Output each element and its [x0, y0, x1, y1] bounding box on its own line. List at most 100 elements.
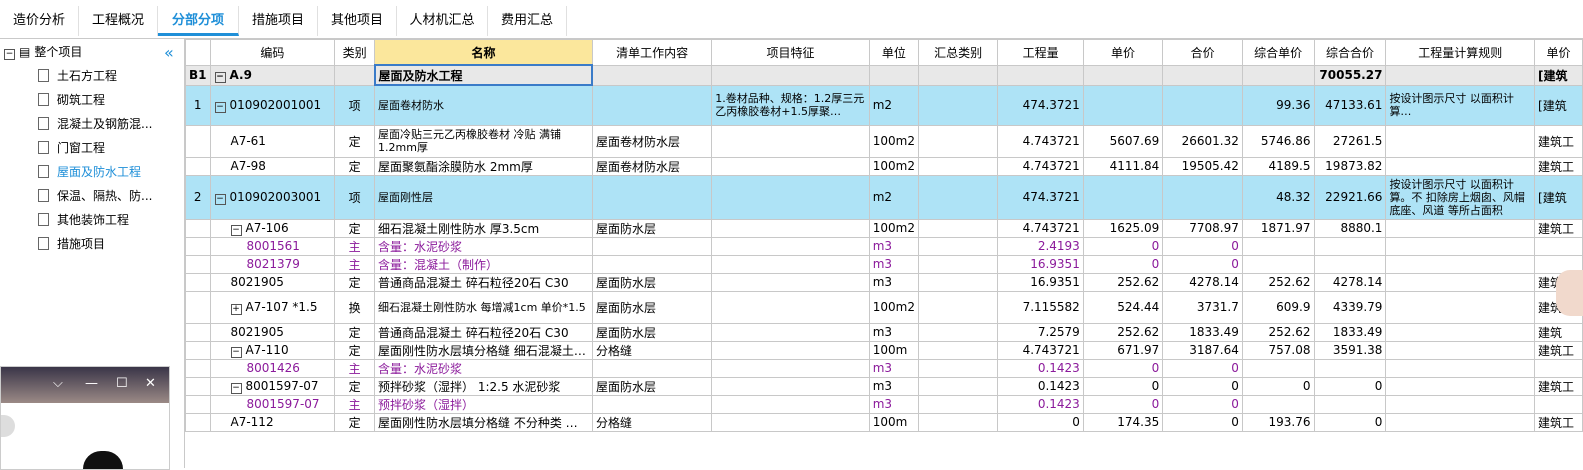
cell-sum[interactable] [917, 254, 999, 274]
cell-total[interactable]: 0 [1162, 358, 1243, 378]
collapse-icon[interactable]: − [230, 224, 242, 236]
cell-sum[interactable] [917, 290, 999, 324]
cell-type[interactable]: 项 [334, 174, 376, 220]
cell-feature[interactable] [711, 376, 870, 396]
cell-feature[interactable] [711, 340, 870, 360]
table-row[interactable]: A7-98 定屋面聚氨酯涂膜防水 2mm厚 屋面卷材防水层 100m2 4.743721… [185, 156, 1583, 176]
cell-qty[interactable] [997, 64, 1084, 86]
cell-idx[interactable] [185, 358, 211, 378]
table-row[interactable]: −8001597-07 定预拌砂浆（湿拌） 1:2.5 水泥砂浆 屋面防水层 m3 0.… [185, 376, 1583, 396]
cell-extra[interactable]: 建筑 [1534, 322, 1583, 342]
cell-type[interactable]: 定 [334, 156, 376, 176]
cell-code[interactable]: 8001561 [209, 236, 336, 256]
cell-rule[interactable] [1385, 412, 1536, 432]
table-row[interactable]: + A7-107 *1.5 换细石混凝土刚性防水 每增减1cm 单价*1.5 屋面防水… [185, 290, 1583, 324]
cell-ctotal[interactable] [1313, 394, 1387, 414]
cell-feature[interactable] [711, 236, 870, 256]
cell-qty[interactable]: 4.743721 [997, 218, 1084, 238]
cell-qty[interactable]: 474.3721 [997, 174, 1084, 220]
cell-rule[interactable] [1385, 340, 1536, 360]
cell-name[interactable]: 含量：水泥砂浆 [374, 236, 593, 256]
table-row[interactable]: 8001561 主含量：水泥砂浆 m3 2.4193 0 0 [185, 236, 1583, 256]
cell-work[interactable]: 屋面防水层 [591, 322, 713, 342]
tree-item[interactable]: 措施项目 [38, 235, 105, 253]
cell-name[interactable]: 屋面刚性防水层填分格缝 不分种类 … [374, 412, 593, 432]
cell-ctotal[interactable]: 70055.27 [1313, 64, 1387, 86]
cell-ctotal[interactable]: 4278.14 [1313, 272, 1387, 292]
cell-cprice[interactable]: 609.9 [1241, 290, 1315, 324]
cell-idx[interactable] [185, 218, 211, 238]
cell-extra[interactable]: 建筑工 [1534, 124, 1583, 158]
cell-cprice[interactable] [1241, 394, 1315, 414]
cell-idx[interactable] [185, 322, 211, 342]
cell-sum[interactable] [917, 174, 999, 220]
cell-ctotal[interactable] [1313, 254, 1387, 274]
cell-extra[interactable]: [建筑 [1534, 64, 1583, 86]
cell-work[interactable]: 屋面卷材防水层 [591, 124, 713, 158]
cell-extra[interactable]: 建筑工 [1534, 376, 1583, 396]
cell-feature[interactable] [711, 322, 870, 342]
cell-code[interactable]: A7-112 [209, 412, 336, 432]
col-header[interactable]: 汇总类别 [917, 39, 999, 66]
cell-total[interactable] [1162, 174, 1243, 220]
tab-measures[interactable]: 措施项目 [239, 6, 318, 36]
col-header[interactable]: 综合单价 [1241, 39, 1315, 66]
cell-qty[interactable]: 7.115582 [997, 290, 1084, 324]
cell-qty[interactable]: 0 [997, 412, 1084, 432]
cell-feature[interactable] [711, 412, 870, 432]
cell-work[interactable] [591, 358, 713, 378]
cell-rule[interactable] [1385, 124, 1536, 158]
cell-unit[interactable]: m2 [868, 84, 919, 126]
cell-code[interactable]: + A7-107 *1.5 [209, 290, 336, 324]
cell-feature[interactable]: 1.卷材品种、规格：1.2厚三元乙丙橡胶卷材+1.5厚聚… [711, 84, 870, 126]
tab-cost-analysis[interactable]: 造价分析 [0, 6, 79, 36]
cell-name[interactable]: 屋面卷材防水 [374, 84, 593, 126]
cell-type[interactable]: 定 [334, 218, 376, 238]
cell-price[interactable]: 0 [1082, 236, 1164, 256]
cell-name[interactable]: 屋面刚性层 [374, 174, 593, 220]
tab-project-overview[interactable]: 工程概况 [79, 6, 158, 36]
collapse-icon[interactable]: − [214, 71, 226, 83]
cell-sum[interactable] [917, 272, 999, 292]
cell-name[interactable]: 预拌砂浆（湿拌） [374, 394, 593, 414]
cell-name[interactable]: 普通商品混凝土 碎石粒径20石 C30 [374, 322, 593, 342]
cell-sum[interactable] [917, 340, 999, 360]
cell-extra[interactable] [1534, 236, 1583, 256]
cell-type[interactable]: 主 [334, 236, 376, 256]
cell-total[interactable]: 1833.49 [1162, 322, 1243, 342]
cell-cprice[interactable]: 5746.86 [1241, 124, 1315, 158]
cell-code[interactable]: − A.9 [209, 64, 336, 86]
col-header[interactable]: 合价 [1162, 39, 1243, 66]
cell-price[interactable]: 174.35 [1082, 412, 1164, 432]
cell-code[interactable]: −010902001001 [209, 84, 336, 126]
table-row[interactable]: B1− A.9 屋面及防水工程 70055.27 [建筑 [185, 64, 1583, 86]
cell-type[interactable]: 定 [334, 412, 376, 432]
cell-feature[interactable] [711, 272, 870, 292]
cell-cprice[interactable] [1241, 236, 1315, 256]
expand-icon[interactable]: + [230, 303, 242, 315]
cell-cprice[interactable]: 99.36 [1241, 84, 1315, 126]
cell-qty[interactable]: 0.1423 [997, 358, 1084, 378]
cell-sum[interactable] [917, 358, 999, 378]
cell-idx[interactable] [185, 156, 211, 176]
cell-extra[interactable]: [建筑 [1534, 84, 1583, 126]
collapse-icon[interactable]: − [230, 346, 242, 358]
cell-work[interactable] [591, 254, 713, 274]
cell-code[interactable]: −8001597-07 [209, 376, 336, 396]
cell-qty[interactable]: 2.4193 [997, 236, 1084, 256]
table-row[interactable]: 8021905 定普通商品混凝土 碎石粒径20石 C30 屋面防水层 m3 7.2579… [185, 322, 1583, 342]
cell-code[interactable]: A7-98 [209, 156, 336, 176]
cell-idx[interactable] [185, 124, 211, 158]
cell-ctotal[interactable]: 27261.5 [1313, 124, 1387, 158]
cell-unit[interactable]: m3 [868, 322, 919, 342]
cell-ctotal[interactable]: 4339.79 [1313, 290, 1387, 324]
cell-unit[interactable]: m3 [868, 394, 919, 414]
table-row[interactable]: 1−010902001001 项屋面卷材防水 1.卷材品种、规格：1.2厚三元乙丙橡… [185, 84, 1583, 126]
cell-unit[interactable]: m3 [868, 236, 919, 256]
cell-rule[interactable]: 按设计图示尺寸 以面积计算… [1385, 84, 1536, 126]
cell-price[interactable]: 252.62 [1082, 322, 1164, 342]
cell-cprice[interactable]: 193.76 [1241, 412, 1315, 432]
cell-total[interactable] [1162, 64, 1243, 86]
cell-rule[interactable] [1385, 358, 1536, 378]
cell-price[interactable]: 0 [1082, 376, 1164, 396]
